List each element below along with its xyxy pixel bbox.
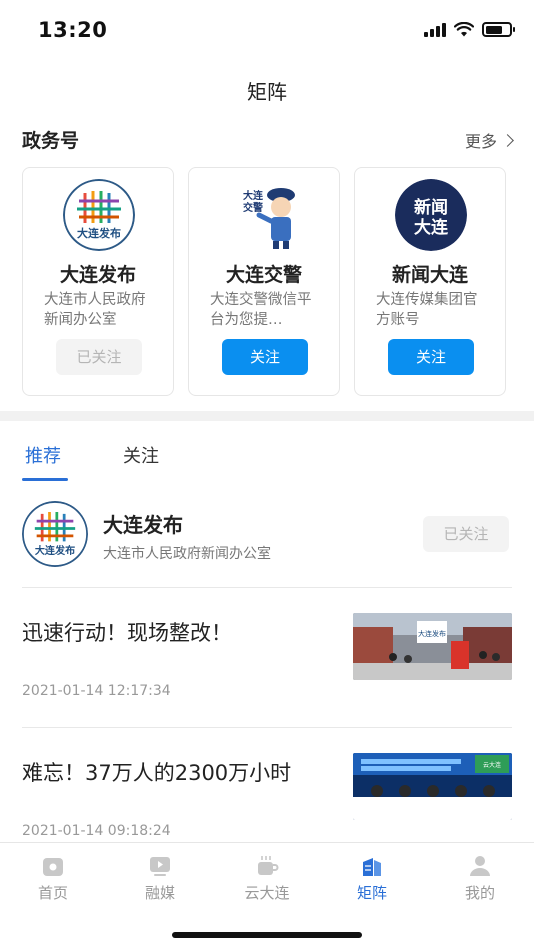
status-bar: 13:20 — [0, 0, 534, 60]
card-desc: 大连传媒集团官方账号 — [376, 292, 478, 328]
tab-following[interactable]: 关注 — [123, 442, 159, 468]
dalian-fabu-logo-icon: 大连发布 — [22, 501, 88, 567]
svg-text:大连发布: 大连发布 — [418, 629, 446, 638]
section-title: 政务号 — [22, 130, 80, 152]
video-icon — [150, 857, 170, 876]
followed-button[interactable]: 已关注 — [423, 516, 509, 552]
matrix-icon — [363, 858, 381, 876]
user-icon — [470, 856, 490, 876]
svg-text:交警: 交警 — [243, 201, 263, 214]
svg-text:大连发布: 大连发布 — [77, 226, 121, 240]
chevron-right-icon — [501, 133, 514, 147]
follow-button[interactable]: 关注 — [388, 339, 474, 375]
home-icon — [43, 858, 63, 876]
svg-text:大连: 大连 — [243, 189, 264, 202]
tabbar-label: 首页 — [37, 884, 68, 902]
tabbar-label: 矩阵 — [356, 884, 387, 902]
active-tab-indicator — [22, 478, 68, 481]
news-item[interactable]: 难忘！37万人的2300万小时 2021-01-14 09:18:24 云大连 — [0, 727, 534, 853]
news-title: 难忘！37万人的2300万小时 — [22, 761, 292, 785]
tabbar-item-media[interactable]: 融媒 — [115, 843, 205, 913]
account-card[interactable]: 大连 交警 大连交警 大连交警微信平台为您提… 关注 — [188, 167, 340, 396]
svg-text:大连发布: 大连发布 — [35, 544, 75, 557]
cup-icon — [258, 856, 279, 875]
news-thumbnail: 大连发布 — [353, 613, 512, 680]
news-item[interactable]: 迅速行动！现场整改！ 2021-01-14 12:17:34 大连发布 — [0, 587, 534, 713]
battery-icon — [482, 22, 515, 37]
card-name: 大连发布 — [59, 264, 136, 286]
wifi-icon — [454, 22, 474, 37]
news-date: 2021-01-14 12:17:34 — [22, 683, 171, 699]
account-row[interactable]: 大连发布 大连发布 大连市人民政府新闻办公室 已关注 — [0, 497, 534, 575]
card-name: 大连交警 — [225, 264, 302, 286]
svg-text:云大连: 云大连 — [483, 761, 501, 769]
account-name: 大连发布 — [103, 513, 183, 537]
feed-tabs: 推荐 关注 — [0, 436, 534, 482]
news-title: 迅速行动！现场整改！ — [22, 621, 232, 645]
news-dalian-logo-icon: 新闻 大连 — [395, 179, 467, 251]
account-card[interactable]: 大连发布 大连发布 大连市人民政府新闻办公室 已关注 — [22, 167, 174, 396]
tabbar-item-profile[interactable]: 我的 — [435, 843, 525, 913]
section-divider — [0, 411, 534, 421]
card-name: 新闻大连 — [391, 264, 468, 286]
home-indicator — [172, 932, 362, 938]
tab-recommend[interactable]: 推荐 — [25, 442, 61, 468]
more-label: 更多 — [464, 132, 497, 151]
status-time: 13:20 — [38, 18, 108, 42]
tabbar-item-home[interactable]: 首页 — [8, 843, 98, 913]
tabbar-label: 融媒 — [144, 884, 175, 902]
follow-button[interactable]: 关注 — [222, 339, 308, 375]
tabbar-label: 云大连 — [244, 884, 290, 902]
tabbar-label: 我的 — [464, 884, 495, 902]
traffic-police-logo-icon: 大连 交警 — [229, 179, 301, 251]
cellular-signal-icon — [424, 22, 446, 37]
page-title: 矩阵 — [247, 80, 287, 104]
svg-text:大连: 大连 — [414, 217, 449, 238]
news-thumbnail: 云大连 — [353, 753, 512, 820]
account-card[interactable]: 新闻 大连 新闻大连 大连传媒集团官方账号 关注 — [354, 167, 506, 396]
dalian-fabu-logo-icon: 大连发布 — [63, 179, 135, 251]
news-date: 2021-01-14 09:18:24 — [22, 823, 171, 839]
account-desc: 大连市人民政府新闻办公室 — [103, 546, 271, 562]
status-icons — [424, 22, 515, 37]
gov-section-header: 政务号 更多 — [22, 126, 514, 154]
gov-account-cards: 大连发布 大连发布 大连市人民政府新闻办公室 已关注 大连 交警 大连交警 大连… — [22, 167, 512, 396]
tabbar-item-matrix[interactable]: 矩阵 — [327, 843, 417, 913]
svg-text:新闻: 新闻 — [414, 197, 448, 218]
card-desc: 大连交警微信平台为您提… — [210, 292, 312, 328]
tabbar-item-cloud-dalian[interactable]: 云大连 — [222, 843, 312, 913]
card-desc: 大连市人民政府新闻办公室 — [44, 292, 146, 328]
more-link[interactable]: 更多 — [464, 128, 514, 152]
followed-button[interactable]: 已关注 — [56, 339, 142, 375]
